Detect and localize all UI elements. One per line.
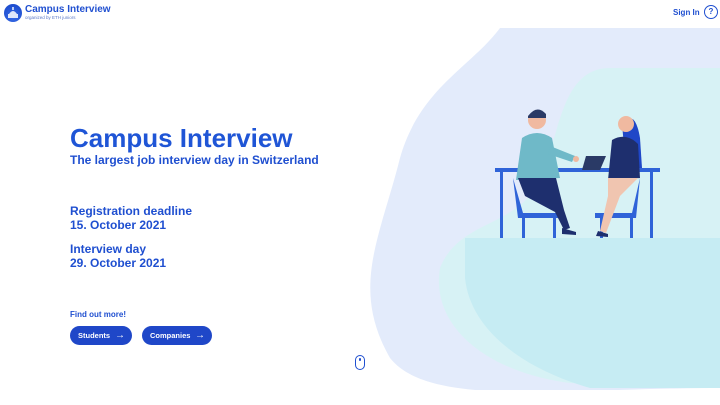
registration-label: Registration deadline: [70, 204, 193, 218]
page-subtitle: The largest job interview day in Switzer…: [70, 153, 319, 167]
brand-title[interactable]: Campus Interview: [25, 4, 111, 15]
arrow-right-icon: →: [195, 330, 205, 341]
students-button[interactable]: Students →: [70, 326, 132, 345]
mouse-scroll-icon[interactable]: [355, 355, 365, 370]
logo-icon[interactable]: [4, 4, 22, 22]
brand-subtitle: organized by ETH juniors: [25, 15, 76, 20]
mouse-wheel: [359, 358, 361, 361]
students-button-label: Students: [78, 331, 111, 340]
sign-in-link[interactable]: Sign In: [673, 8, 700, 17]
page-title: Campus Interview: [70, 123, 293, 153]
find-out-more-text: Find out more!: [70, 310, 126, 319]
help-icon[interactable]: ?: [704, 5, 718, 19]
arrow-right-icon: →: [115, 330, 125, 341]
companies-button-label: Companies: [150, 331, 191, 340]
interview-date: 29. October 2021: [70, 256, 167, 270]
header: Campus Interview organized by ETH junior…: [0, 0, 720, 28]
companies-button[interactable]: Companies →: [142, 326, 212, 345]
registration-date: 15. October 2021: [70, 218, 167, 232]
interview-label: Interview day: [70, 242, 147, 256]
hero-illustration: [350, 28, 720, 395]
